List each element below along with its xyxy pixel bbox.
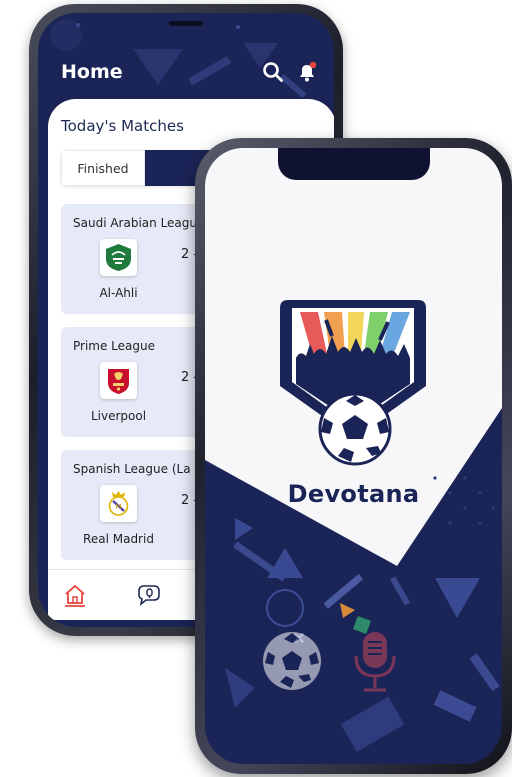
brand-name: Devotana xyxy=(287,480,420,508)
search-icon[interactable] xyxy=(262,61,284,83)
team-crest xyxy=(100,362,137,399)
microphone-icon xyxy=(354,632,396,692)
league-name: Saudi Arabian League xyxy=(73,216,205,230)
phone-notch xyxy=(277,148,430,180)
phone-mockup-splash: Devotana xyxy=(195,138,512,774)
football-icon xyxy=(263,632,321,690)
team-name: Real Madrid xyxy=(83,532,154,546)
podcast-chat-icon[interactable] xyxy=(136,582,162,608)
team-name: Liverpool xyxy=(90,409,147,423)
home-icon[interactable] xyxy=(62,582,88,608)
section-title: Today's Matches xyxy=(61,117,184,135)
tab-finished[interactable]: Finished xyxy=(61,150,145,186)
page-title: Home xyxy=(61,61,123,83)
fans-with-football-logo-icon xyxy=(280,300,426,466)
liverpool-crest-icon xyxy=(108,369,129,394)
svg-text:M: M xyxy=(115,503,121,511)
team-crest xyxy=(100,239,137,276)
league-name: Prime League xyxy=(73,339,155,353)
notification-dot xyxy=(309,61,317,69)
al-ahli-crest-icon xyxy=(106,244,131,271)
bell-icon[interactable] xyxy=(296,61,318,83)
team-crest: M xyxy=(100,485,137,522)
team-name: Al-Ahli xyxy=(99,286,138,300)
speaker-slot xyxy=(169,21,203,26)
splash-screen: Devotana xyxy=(205,148,502,764)
real-madrid-crest-icon: M xyxy=(108,491,129,516)
